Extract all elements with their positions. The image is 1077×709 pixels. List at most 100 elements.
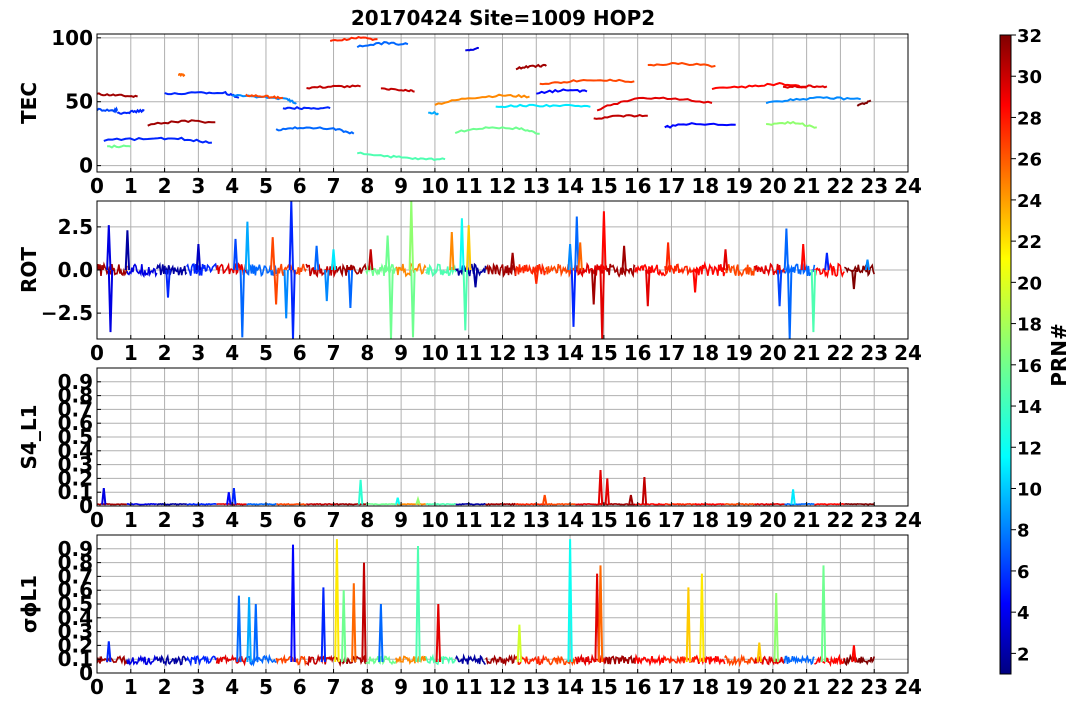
x-tick-label: 16 bbox=[624, 174, 652, 198]
x-tick-label: 2 bbox=[158, 675, 172, 699]
noise-prn-24 bbox=[395, 502, 427, 506]
tec-arc-prn-6 bbox=[282, 106, 331, 111]
x-tick-label: 3 bbox=[191, 675, 205, 699]
colorbar-tick-label: 12 bbox=[1017, 438, 1042, 459]
x-tick-label: 3 bbox=[191, 174, 205, 198]
x-tick-label: 15 bbox=[590, 508, 618, 532]
y-axis-label: σϕL1 bbox=[17, 575, 41, 633]
noise-prn-15 bbox=[425, 502, 456, 506]
panel-3: 0 1 2 3 4 5 6 7 8 9 10 11 12 13 14 15 16 17 18 19 20 21 22 23 24… bbox=[17, 367, 922, 532]
colorbar-tick-label: 20 bbox=[1017, 273, 1042, 294]
x-tick-label: 21 bbox=[793, 174, 821, 198]
x-tick-label: 18 bbox=[691, 675, 719, 699]
panels: 0 1 2 3 4 5 6 7 8 9 10 11 12 13 14 15 16 17 18 19 20 21 22 23 24… bbox=[17, 26, 922, 699]
x-tick-label: 8 bbox=[360, 174, 374, 198]
noise-prn-26 bbox=[276, 502, 307, 506]
x-tick-label: 17 bbox=[658, 675, 686, 699]
colorbar-ticks: 2468101214161820222426283032 bbox=[1011, 26, 1042, 665]
noise-prn-28 bbox=[814, 502, 845, 506]
x-tick-label: 2 bbox=[158, 341, 172, 365]
x-tick-label: 16 bbox=[624, 508, 652, 532]
colorbar-tick-label: 4 bbox=[1017, 603, 1030, 624]
x-tick-label: 22 bbox=[826, 174, 854, 198]
x-tick-label: 24 bbox=[894, 508, 922, 532]
colorbar-tick-label: 32 bbox=[1017, 26, 1042, 47]
y-tick-label: 0.9 bbox=[58, 537, 93, 561]
noise-prn-2 bbox=[156, 502, 187, 506]
x-tick-label: 21 bbox=[793, 508, 821, 532]
x-tick-label: 11 bbox=[455, 508, 483, 532]
x-tick-label: 1 bbox=[124, 174, 138, 198]
colorbar-tick-label: 24 bbox=[1017, 191, 1042, 212]
x-tick-label: 14 bbox=[556, 675, 584, 699]
noise-prn-8 bbox=[784, 502, 815, 506]
y-tick-label: 2.5 bbox=[58, 215, 93, 239]
x-tick-label: 16 bbox=[624, 675, 652, 699]
x-tick-label: 17 bbox=[658, 341, 686, 365]
x-tick-label: 4 bbox=[225, 341, 239, 365]
noise-prn-31 bbox=[485, 502, 516, 506]
y-axis-label: S4_L1 bbox=[17, 405, 41, 470]
x-tick-label: 9 bbox=[394, 341, 408, 365]
x-tick-label: 5 bbox=[259, 675, 273, 699]
x-tick-label: 13 bbox=[522, 675, 550, 699]
x-tick-label: 3 bbox=[191, 341, 205, 365]
x-tick-label: 12 bbox=[489, 341, 517, 365]
y-tick-label: 0.0 bbox=[58, 258, 93, 282]
x-tick-label: 16 bbox=[624, 341, 652, 365]
x-tick-label: 1 bbox=[124, 508, 138, 532]
colorbar-gradient bbox=[999, 34, 1012, 675]
x-tick-label: 1 bbox=[124, 341, 138, 365]
x-tick-label: 10 bbox=[421, 341, 449, 365]
x-tick-label: 17 bbox=[658, 174, 686, 198]
x-tick-label: 10 bbox=[421, 675, 449, 699]
noise-prn-26 bbox=[724, 502, 756, 506]
x-tick-label: 9 bbox=[394, 174, 408, 198]
y-tick-label: 50 bbox=[65, 90, 93, 114]
x-tick-label: 20 bbox=[759, 675, 787, 699]
x-tick-label: 14 bbox=[556, 508, 584, 532]
chart-title: 20170424 Site=1009 HOP2 bbox=[351, 6, 655, 30]
x-tick-label: 18 bbox=[691, 341, 719, 365]
colorbar-tick-label: 18 bbox=[1017, 315, 1042, 336]
x-tick-label: 21 bbox=[793, 675, 821, 699]
panel-4: 0 1 2 3 4 5 6 7 8 9 10 11 12 13 14 15 16 17 18 19 20 21 22 23 24… bbox=[17, 534, 922, 699]
x-tick-label: 23 bbox=[860, 508, 888, 532]
y-tick-label: −2.5 bbox=[41, 301, 93, 325]
x-tick-label: 2 bbox=[158, 174, 172, 198]
x-tick-label: 6 bbox=[293, 508, 307, 532]
x-tick-label: 7 bbox=[327, 341, 341, 365]
x-tick-label: 12 bbox=[489, 174, 517, 198]
x-tick-label: 23 bbox=[860, 675, 888, 699]
x-tick-label: 24 bbox=[894, 675, 922, 699]
x-tick-label: 4 bbox=[225, 508, 239, 532]
colorbar-tick-label: 14 bbox=[1017, 397, 1042, 418]
x-tick-label: 22 bbox=[826, 508, 854, 532]
colorbar-tick-label: 6 bbox=[1017, 562, 1030, 583]
x-tick-label: 11 bbox=[455, 675, 483, 699]
y-tick-label: 100 bbox=[51, 26, 93, 50]
x-tick-label: 15 bbox=[590, 341, 618, 365]
noise-prn-27 bbox=[515, 502, 546, 506]
noise-prn-28 bbox=[635, 502, 666, 506]
x-tick-label: 1 bbox=[124, 675, 138, 699]
colorbar-tick-label: 28 bbox=[1017, 108, 1042, 129]
x-tick-label: 19 bbox=[725, 174, 753, 198]
x-tick-label: 19 bbox=[725, 341, 753, 365]
colorbar-tick-label: 22 bbox=[1017, 232, 1042, 253]
colorbar-tick-label: 30 bbox=[1017, 67, 1042, 88]
x-tick-label: 11 bbox=[455, 174, 483, 198]
x-tick-label: 18 bbox=[691, 508, 719, 532]
x-tick-label: 20 bbox=[759, 174, 787, 198]
noise-prn-26 bbox=[545, 502, 576, 506]
x-tick-label: 15 bbox=[590, 675, 618, 699]
x-tick-label: 6 bbox=[293, 675, 307, 699]
x-tick-label: 15 bbox=[590, 174, 618, 198]
panel-2: 0 1 2 3 4 5 6 7 8 9 10 11 12 13 14 15 16 17 18 19 20 21 22 23 24… bbox=[17, 200, 922, 365]
colorbar-label: PRN# bbox=[1047, 323, 1071, 387]
x-tick-label: 12 bbox=[489, 508, 517, 532]
x-tick-label: 14 bbox=[556, 341, 584, 365]
x-tick-label: 9 bbox=[394, 508, 408, 532]
colorbar-tick-label: 16 bbox=[1017, 356, 1042, 377]
x-tick-label: 13 bbox=[522, 174, 550, 198]
